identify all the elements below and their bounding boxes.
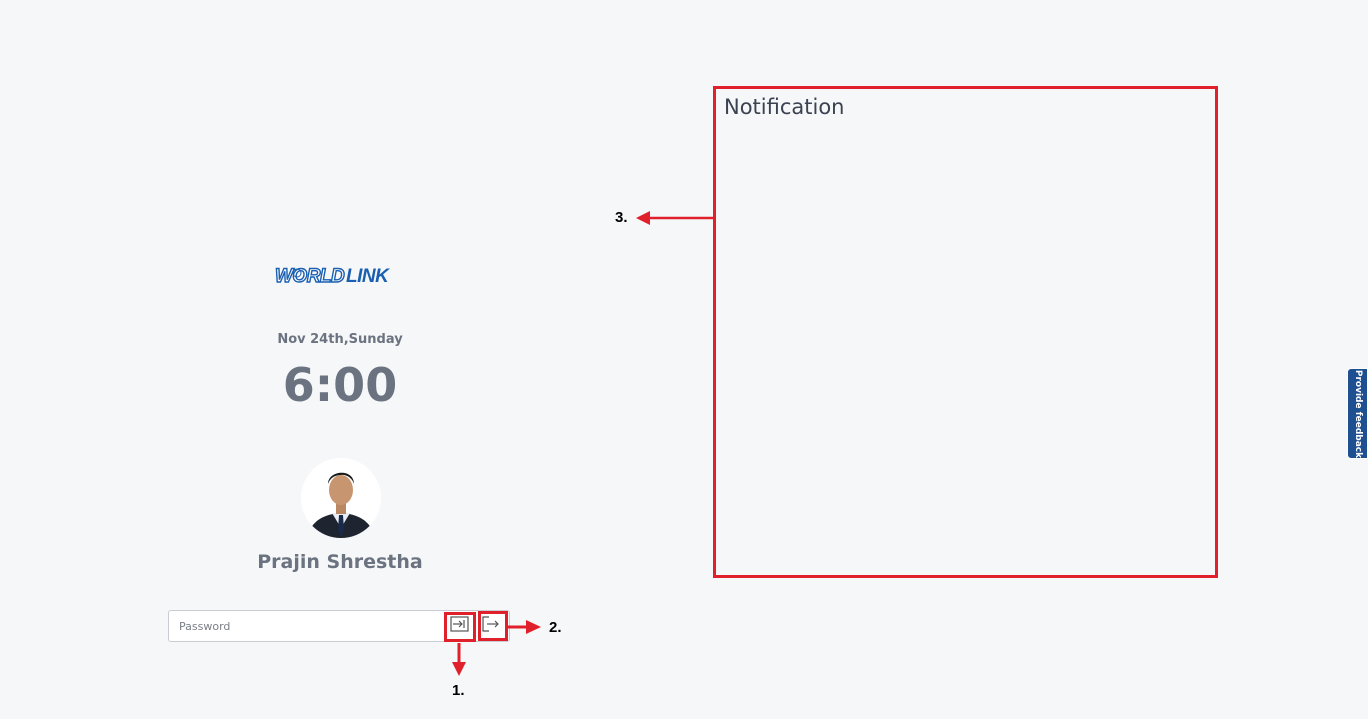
feedback-label: Provide feedback bbox=[1352, 369, 1363, 458]
lock-date: Nov 24th,Sunday bbox=[277, 332, 403, 347]
user-name: Prajin Shrestha bbox=[257, 551, 423, 573]
svg-text:WORLD: WORLD bbox=[275, 266, 345, 286]
notification-panel bbox=[713, 86, 1218, 578]
password-input[interactable] bbox=[169, 611, 439, 641]
arrow-2-head bbox=[526, 620, 541, 634]
annotation-box-2 bbox=[478, 611, 508, 641]
user-avatar bbox=[301, 458, 381, 538]
annotation-label-1: 1. bbox=[452, 682, 465, 699]
lock-time: 6:00 bbox=[282, 358, 398, 412]
provide-feedback-tab[interactable]: Provide feedback bbox=[1347, 368, 1368, 459]
annotation-label-3: 3. bbox=[615, 209, 628, 226]
annotation-box-1 bbox=[444, 612, 476, 642]
arrow-3-head bbox=[636, 211, 650, 225]
annotation-label-2: 2. bbox=[549, 619, 562, 636]
worldlink-logo: WORLD LINK bbox=[274, 264, 407, 287]
notification-title: Notification bbox=[724, 95, 845, 119]
arrow-1-head bbox=[452, 662, 466, 676]
svg-text:LINK: LINK bbox=[346, 266, 390, 286]
lock-screen: WORLD LINK Nov 24th,Sunday 6:00 Prajin S… bbox=[0, 0, 1368, 719]
